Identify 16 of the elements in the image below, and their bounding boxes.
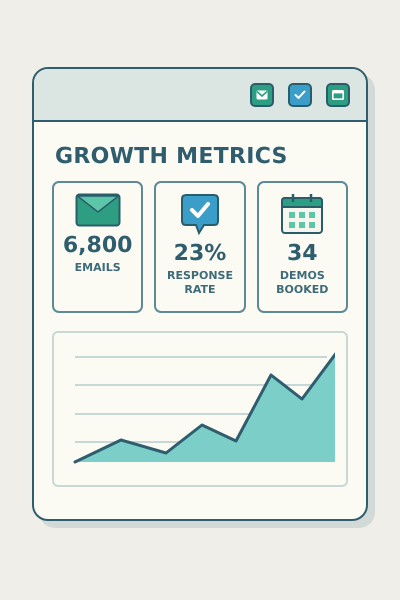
chat-check-icon — [180, 193, 220, 235]
envelope-icon — [74, 193, 121, 227]
metric-label: EMAILS — [74, 261, 122, 276]
dashboard-title: GROWTH METRICS — [55, 144, 289, 169]
mail-button[interactable] — [250, 82, 274, 106]
check-button[interactable] — [288, 82, 312, 106]
envelope-icon — [256, 90, 268, 100]
calendar-icon — [280, 193, 324, 235]
window-icon — [332, 90, 344, 100]
check-icon — [294, 90, 306, 100]
window-button[interactable] — [326, 82, 350, 106]
metric-value: 34 — [287, 241, 318, 266]
metric-label: DEMOS BOOKED — [275, 269, 330, 298]
metric-label: RESPONSE RATE — [166, 269, 234, 298]
metric-value: 6,800 — [62, 233, 132, 258]
metric-value: 23% — [174, 241, 226, 266]
